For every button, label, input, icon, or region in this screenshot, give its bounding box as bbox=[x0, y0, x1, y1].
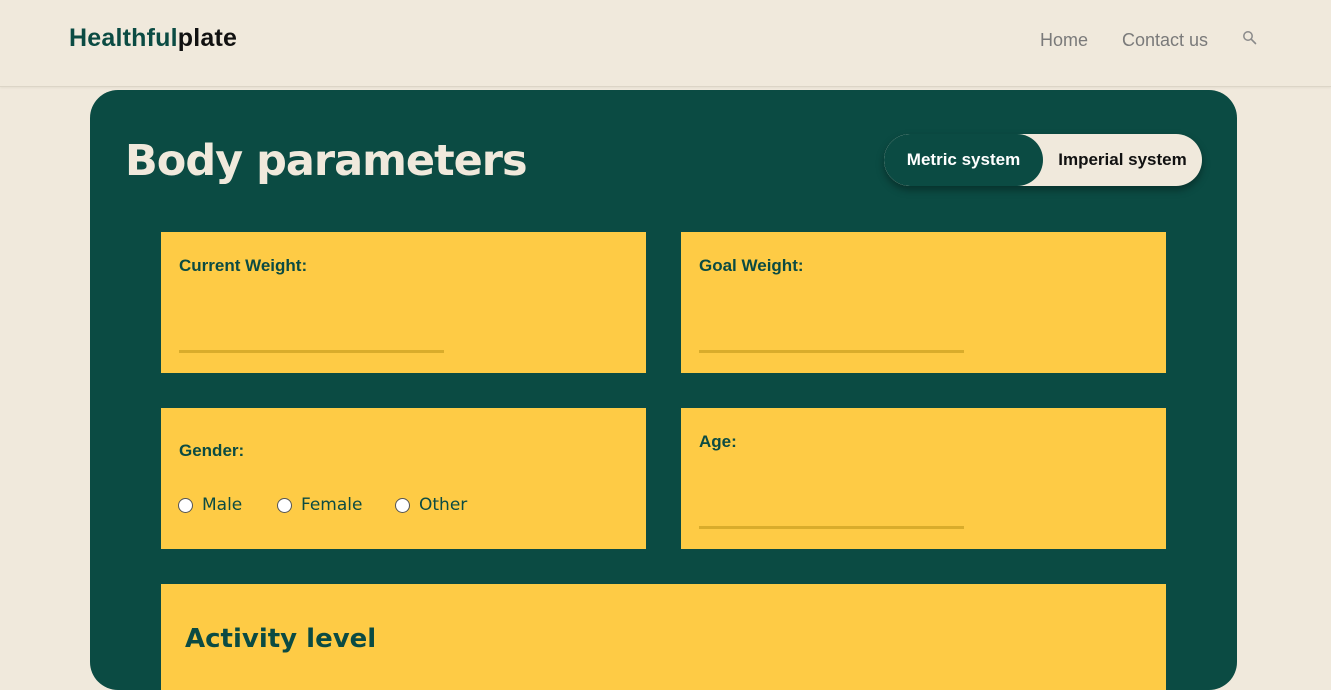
goal-weight-label: Goal Weight: bbox=[699, 256, 804, 275]
current-weight-label: Current Weight: bbox=[179, 256, 308, 275]
goal-weight-input[interactable] bbox=[699, 322, 964, 353]
activity-level-card: Activity level bbox=[161, 584, 1166, 690]
activity-level-label: Activity level bbox=[185, 624, 377, 654]
page-title: Body parameters bbox=[125, 136, 528, 186]
gender-option-label: Other bbox=[419, 495, 468, 515]
top-navigation-bar: Healthfulplate Home Contact us bbox=[0, 0, 1331, 87]
current-weight-card: Current Weight: bbox=[161, 232, 646, 373]
site-logo[interactable]: Healthfulplate bbox=[69, 24, 237, 53]
gender-option-label: Male bbox=[202, 495, 243, 515]
body-parameters-panel: Body parameters Metric system Imperial s… bbox=[90, 90, 1237, 690]
age-input[interactable] bbox=[699, 498, 964, 529]
goal-weight-card: Goal Weight: bbox=[681, 232, 1166, 373]
gender-card: Gender: Male Female Other bbox=[161, 408, 646, 549]
radio-button-other[interactable] bbox=[395, 497, 410, 513]
gender-label: Gender: bbox=[179, 441, 245, 460]
gender-option-male[interactable]: Male bbox=[178, 495, 242, 515]
gender-option-label: Female bbox=[301, 495, 363, 515]
nav-link-home[interactable]: Home bbox=[1040, 30, 1088, 51]
unit-system-toggle[interactable]: Metric system Imperial system bbox=[884, 134, 1202, 186]
gender-option-female[interactable]: Female bbox=[277, 495, 362, 515]
search-icon[interactable] bbox=[1242, 30, 1258, 46]
age-card: Age: bbox=[681, 408, 1166, 549]
gender-option-other[interactable]: Other bbox=[395, 495, 467, 515]
metric-system-button[interactable]: Metric system bbox=[884, 134, 1043, 186]
current-weight-input[interactable] bbox=[179, 322, 444, 353]
imperial-system-button[interactable]: Imperial system bbox=[1043, 134, 1202, 186]
nav-link-contact[interactable]: Contact us bbox=[1122, 30, 1208, 51]
logo-text-plate: plate bbox=[177, 24, 238, 52]
radio-button-male[interactable] bbox=[178, 497, 193, 513]
radio-button-female[interactable] bbox=[277, 497, 292, 513]
age-label: Age: bbox=[699, 432, 737, 451]
logo-text-healthful: Healthful bbox=[69, 24, 178, 52]
